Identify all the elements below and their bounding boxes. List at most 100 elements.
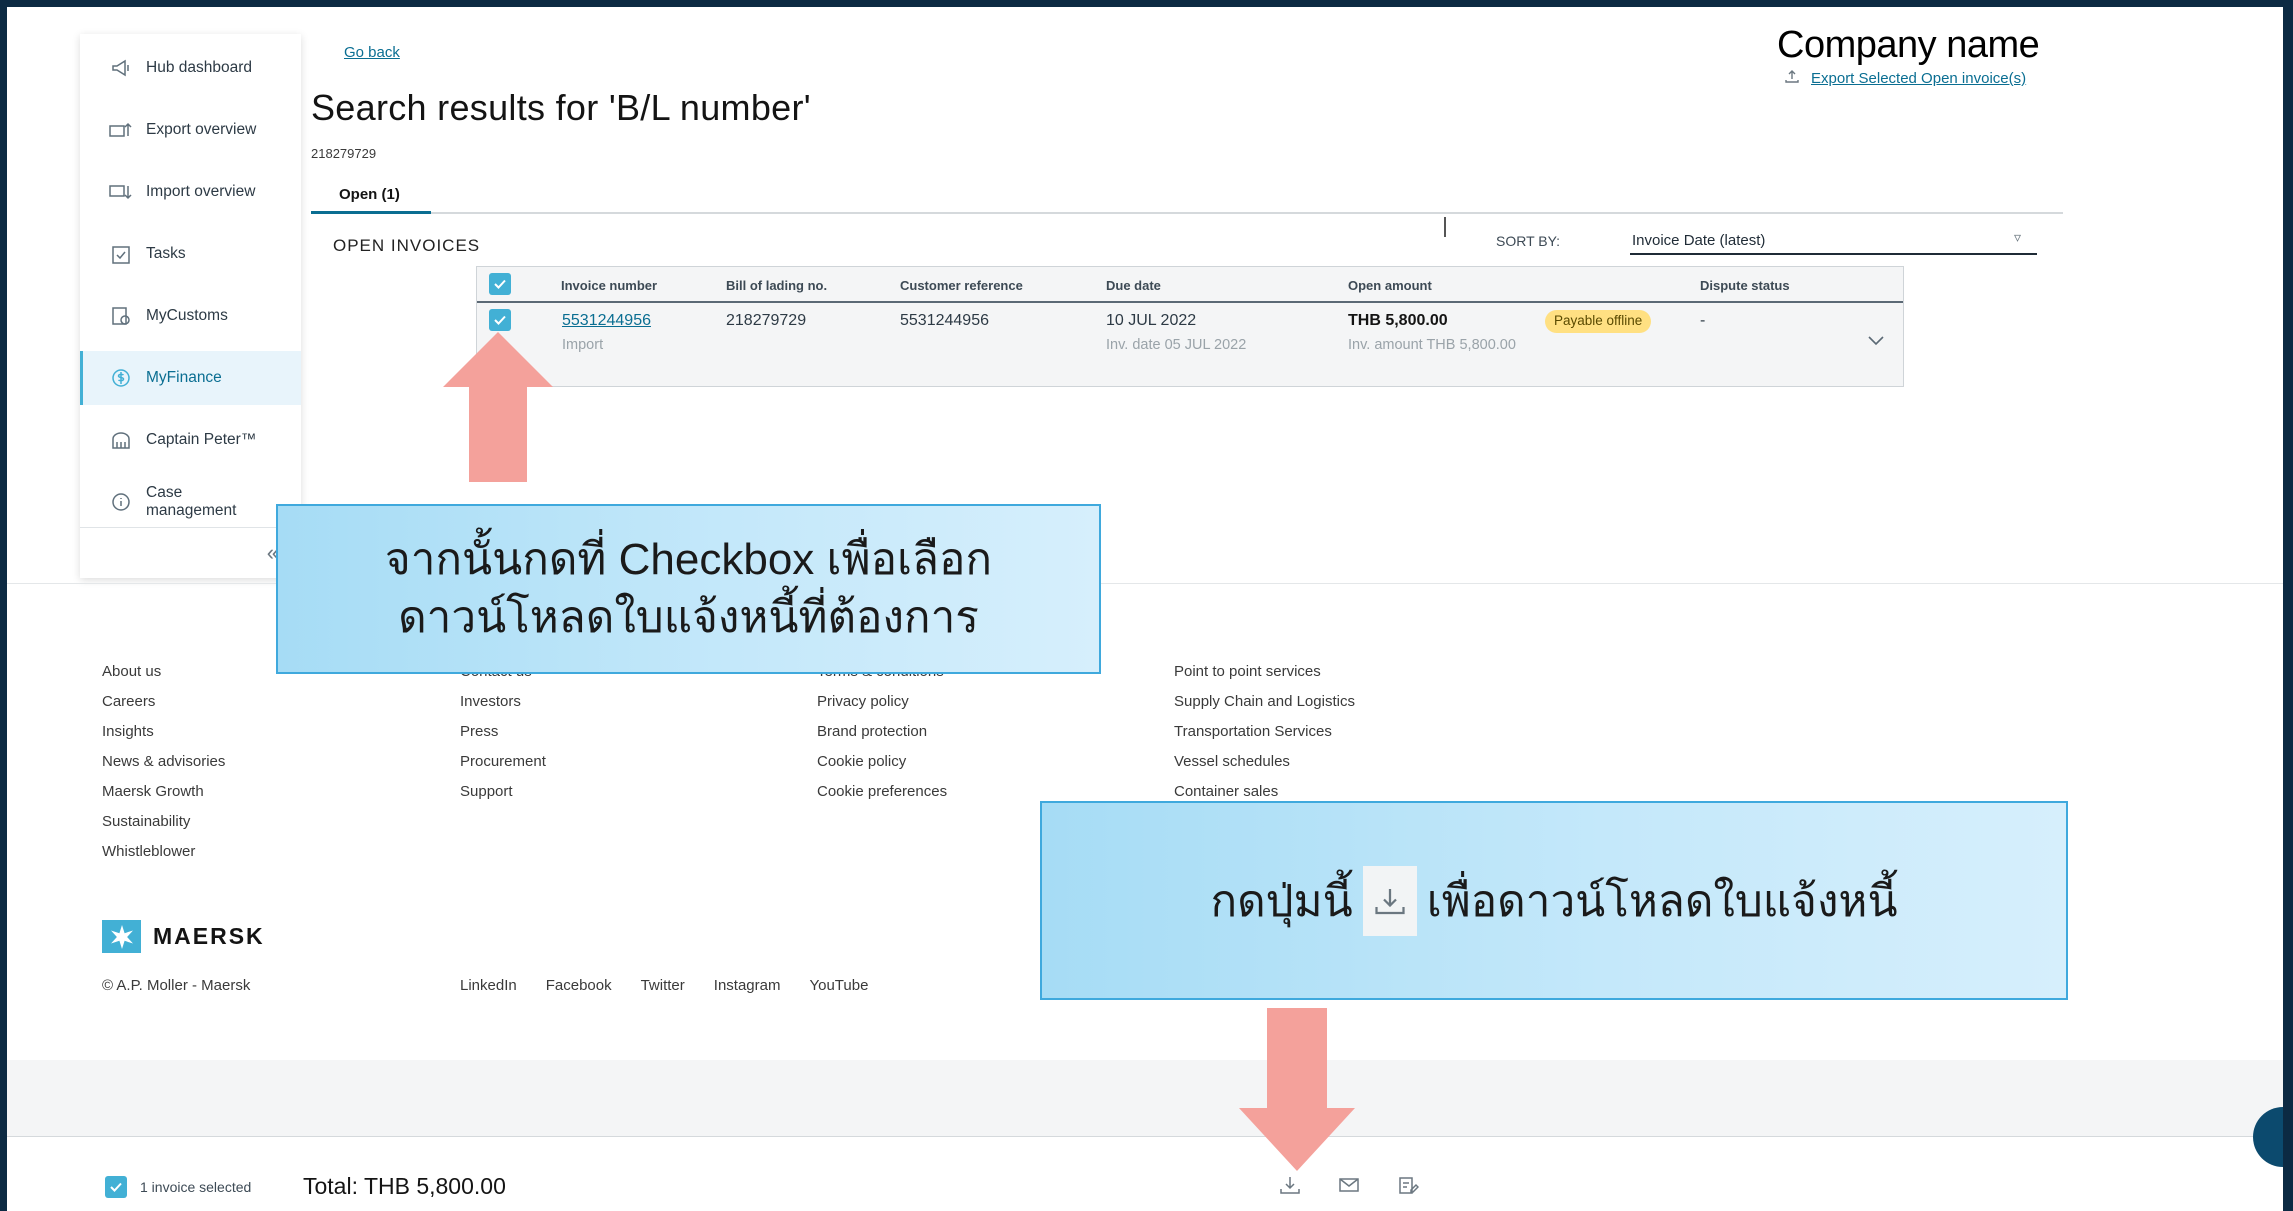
invoices-table: Invoice number Bill of lading no. Custom… <box>476 266 1904 387</box>
sidebar-item-mycustoms[interactable]: MyCustoms <box>80 289 301 343</box>
footer-link[interactable]: Privacy policy <box>817 687 947 717</box>
vertical-divider <box>1444 217 1446 237</box>
sidebar-item-label: Hub dashboard <box>146 59 252 76</box>
sort-by-select[interactable]: Invoice Date (latest) ▿ <box>1630 229 2037 255</box>
footer-link[interactable]: Whistleblower <box>102 837 225 867</box>
col-due-date: Due date <box>1106 278 1161 293</box>
footer-link[interactable]: Vessel schedules <box>1174 747 1355 777</box>
footer-col-services: Point to point services Supply Chain and… <box>1174 657 1355 807</box>
sidebar-item-captain-peter[interactable]: Captain Peter™ <box>80 413 301 467</box>
footer-link[interactable]: Procurement <box>460 747 546 777</box>
tutorial-callout-download: กดปุ่มนี้ เพื่อดาวน์โหลดใบแจ้งหนี้ <box>1040 801 2068 1000</box>
sidebar-item-label: Import overview <box>146 183 256 200</box>
captain-peter-icon <box>108 429 134 451</box>
sidebar-item-hub-dashboard[interactable]: Hub dashboard <box>80 41 301 95</box>
tutorial-arrow-up <box>443 332 553 482</box>
tab-open[interactable]: Open (1) <box>311 175 431 214</box>
sidebar-item-case-management[interactable]: Case management <box>80 475 301 529</box>
upload-icon <box>1785 69 1799 87</box>
tutorial-callout-checkbox: จากนั้นกดที่ Checkbox เพื่อเลือก ดาวน์โห… <box>276 504 1101 674</box>
social-link-linkedin[interactable]: LinkedIn <box>460 977 517 994</box>
footer-col-company: About us Careers Insights News & advisor… <box>102 657 225 867</box>
due-date-value: 10 JUL 2022 <box>1106 312 1197 329</box>
footer-link[interactable]: Insights <box>102 717 225 747</box>
footer-link[interactable]: Support <box>460 777 546 807</box>
maersk-wordmark: MAERSK <box>153 923 265 949</box>
sidebar-item-export-overview[interactable]: Export overview <box>80 103 301 157</box>
export-selected-link[interactable]: Export Selected Open invoice(s) <box>1785 69 2026 87</box>
col-open-amount: Open amount <box>1348 278 1432 293</box>
sidebar-item-label: Export overview <box>146 121 257 138</box>
col-bill-of-lading: Bill of lading no. <box>726 278 828 293</box>
callout-text-after: เพื่อดาวน์โหลดใบแจ้งหนี้ <box>1426 876 1898 926</box>
footer-link[interactable]: Supply Chain and Logistics <box>1174 687 1355 717</box>
bottom-select-checkbox[interactable] <box>105 1176 127 1198</box>
customs-icon <box>108 305 134 327</box>
tabs-divider <box>311 212 2063 214</box>
footer-link[interactable]: News & advisories <box>102 747 225 777</box>
footer-link[interactable]: Brand protection <box>817 717 947 747</box>
sidebar-item-tasks[interactable]: Tasks <box>80 227 301 281</box>
footer-link[interactable]: Cookie preferences <box>817 777 947 807</box>
company-name: Company name <box>1777 24 2040 66</box>
footer-link[interactable]: Investors <box>460 687 546 717</box>
go-back-link[interactable]: Go back <box>344 44 400 61</box>
row-checkbox[interactable] <box>489 309 511 331</box>
social-links: LinkedIn Facebook Twitter Instagram YouT… <box>460 977 868 994</box>
dispute-icon[interactable] <box>1397 1175 1420 1200</box>
invoice-number-link[interactable]: 5531244956 <box>562 312 651 330</box>
chevron-down-icon: ▿ <box>2013 229 2021 245</box>
app-frame: Hub dashboard Export overview Import ove… <box>7 7 2283 1211</box>
finance-icon <box>108 367 134 389</box>
invoice-amount-value: Inv. amount THB 5,800.00 <box>1348 337 1516 353</box>
sidebar-item-import-overview[interactable]: Import overview <box>80 165 301 219</box>
sort-by-label: SORT BY: <box>1496 233 1561 249</box>
download-icon <box>1362 865 1417 936</box>
sidebar-item-label: MyFinance <box>146 369 222 386</box>
footer-link[interactable]: Cookie policy <box>817 747 947 777</box>
invoices-selected-text: 1 invoice selected <box>140 1179 252 1195</box>
email-icon[interactable] <box>1338 1175 1360 1200</box>
social-link-instagram[interactable]: Instagram <box>714 977 781 994</box>
customer-reference-value: 5531244956 <box>900 312 989 329</box>
expand-row-chevron-icon[interactable] <box>1867 333 1885 351</box>
copyright: © A.P. Moller - Maersk <box>102 977 251 994</box>
open-amount-value: THB 5,800.00 <box>1348 312 1448 329</box>
footer-col-legal: Terms & conditions Privacy policy Brand … <box>817 657 947 807</box>
sidebar-item-label: MyCustoms <box>146 307 228 324</box>
sidebar-collapse[interactable]: « <box>80 527 301 577</box>
sidebar-item-myfinance[interactable]: MyFinance <box>80 351 301 405</box>
download-icon[interactable] <box>1279 1175 1301 1200</box>
bill-of-lading-value: 218279729 <box>726 312 807 329</box>
social-link-twitter[interactable]: Twitter <box>641 977 685 994</box>
callout-text-before: กดปุ่มนี้ <box>1210 876 1353 926</box>
grey-band <box>7 1060 2283 1136</box>
footer-link[interactable]: Careers <box>102 687 225 717</box>
page-title: Search results for 'B/L number' <box>311 87 811 128</box>
section-title: OPEN INVOICES <box>333 236 481 255</box>
select-all-checkbox[interactable] <box>489 273 511 295</box>
footer-link[interactable]: Transportation Services <box>1174 717 1355 747</box>
col-dispute-status: Dispute status <box>1700 278 1790 293</box>
table-header: Invoice number Bill of lading no. Custom… <box>477 267 1903 303</box>
dispute-status-value: - <box>1700 312 1706 329</box>
maersk-logo[interactable]: MAERSK <box>102 920 265 953</box>
social-link-youtube[interactable]: YouTube <box>809 977 868 994</box>
footer-link[interactable]: Press <box>460 717 546 747</box>
invoice-date-value: Inv. date 05 JUL 2022 <box>1106 337 1247 353</box>
sort-by-value: Invoice Date (latest) <box>1632 232 1766 249</box>
callout-text-line2: ดาวน์โหลดใบแจ้งหนี้ที่ต้องการ <box>398 593 979 642</box>
footer-link[interactable]: Maersk Growth <box>102 777 225 807</box>
megaphone-icon <box>108 57 134 79</box>
sidebar-item-label: Captain Peter™ <box>146 431 257 448</box>
sidebar-item-label: Tasks <box>146 245 186 262</box>
footer-link[interactable]: Point to point services <box>1174 657 1355 687</box>
social-link-facebook[interactable]: Facebook <box>546 977 612 994</box>
footer-link[interactable]: Sustainability <box>102 807 225 837</box>
sidebar: Hub dashboard Export overview Import ove… <box>80 34 301 578</box>
bl-number: 218279729 <box>311 146 377 161</box>
col-invoice-number: Invoice number <box>561 278 658 293</box>
footer-link[interactable]: About us <box>102 657 225 687</box>
tasks-icon <box>108 243 134 265</box>
info-icon <box>108 491 134 513</box>
